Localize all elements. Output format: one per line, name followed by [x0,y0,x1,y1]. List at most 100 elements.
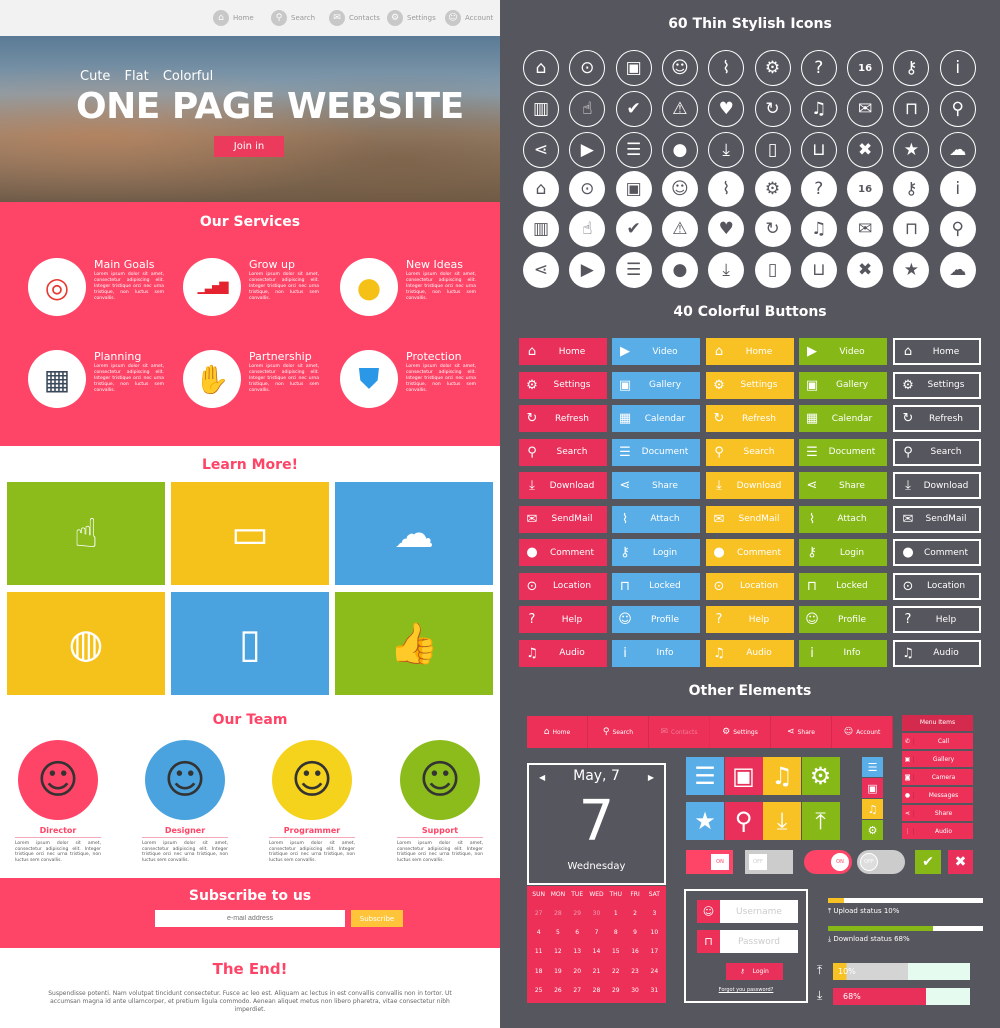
search-tile-icon[interactable]: ⚲ [724,802,763,840]
calendar-date[interactable]: 7 [587,929,606,940]
download-icon[interactable]: ⤓ [708,252,745,288]
audio-button[interactable]: ♫ Audio [893,639,981,667]
calendar-date[interactable]: 14 [587,948,606,959]
calendar-date-prev[interactable]: 27 [529,910,548,921]
nav-item-search[interactable]: ⚲ Search [271,10,315,26]
search-button[interactable]: ⚲ Search [893,438,981,466]
download-button[interactable]: ⤓ Download [519,472,607,499]
lock-icon[interactable]: ⊓ [893,91,930,127]
forgot-password-link[interactable]: Forgot you password? [686,987,806,993]
menu-item-share[interactable]: ⋖ Share [902,805,973,821]
gear-tile-icon[interactable]: ⚙ [801,757,840,795]
warning-icon[interactable]: ⚠ [661,211,698,247]
calendar-date[interactable]: 30 [625,987,644,998]
download-button[interactable]: ⤓ Download [893,472,981,499]
video-icon[interactable]: ▶ [569,252,606,288]
square-toggle-on[interactable]: ON [686,850,733,874]
calendar-date[interactable]: 23 [625,968,644,979]
chat-icon[interactable]: ● [661,132,698,168]
help-button[interactable]: ? Help [519,606,607,633]
nav-item-settings[interactable]: ⚙ Settings [387,10,436,26]
calendar-date[interactable]: 19 [548,968,567,979]
calendar-date[interactable]: 29 [606,987,625,998]
close-icon[interactable]: ✖ [847,252,884,288]
info-icon[interactable]: i [939,50,976,86]
music-tile-icon[interactable]: ♫ [763,757,801,795]
document-button[interactable]: ☰ Document [799,438,887,466]
calendar-date[interactable]: 4 [529,929,548,940]
attach-button[interactable]: ⌇ Attach [799,505,887,533]
calendar-date[interactable]: 12 [548,948,567,959]
help-button[interactable]: ? Help [706,606,794,633]
share-button[interactable]: ⋖ Share [612,472,700,499]
navbar-item-settings[interactable]: ⚙ Settings [710,716,771,748]
gallery-icon[interactable]: ▣ [615,171,652,207]
music-small-tile-icon[interactable]: ♫ [862,799,883,819]
settings-button[interactable]: ⚙ Settings [706,371,794,399]
phone-icon[interactable]: ▯ [754,132,791,168]
menu-item-call[interactable]: ✆ Call [902,733,973,749]
comment-button[interactable]: ● Comment [706,539,794,566]
calendar-date-prev[interactable]: 29 [568,910,587,921]
comment-button[interactable]: ● Comment [519,539,607,566]
calendar-date[interactable]: 6 [568,929,587,940]
upload-slider[interactable] [828,898,983,903]
video-button[interactable]: ▶ Video [799,338,887,365]
calendar-button[interactable]: ▦ Calendar [799,405,887,432]
calendar-date[interactable]: 1 [606,910,625,921]
nav-item-contacts[interactable]: ✉ Contacts [329,10,380,26]
paperclip-icon[interactable]: ⌇ [708,171,745,207]
key-icon[interactable]: ⚷ [893,50,930,86]
heart-icon[interactable]: ♥ [708,211,745,247]
calendar-date[interactable]: 11 [529,948,548,959]
calendar-date[interactable]: 16 [625,948,644,959]
document-button[interactable]: ☰ Document [612,438,700,466]
mail-icon[interactable]: ✉ [847,211,884,247]
attach-button[interactable]: ⌇ Attach [612,505,700,533]
menu-item-gallery[interactable]: ▣ Gallery [902,751,973,767]
audio-button[interactable]: ♫ Audio [706,639,794,667]
trash-icon[interactable]: ▥ [523,211,559,247]
phone-icon[interactable]: ▯ [754,252,791,288]
calendar-date[interactable]: 17 [645,948,664,959]
info-button[interactable]: i Info [612,639,700,667]
trash-icon[interactable]: ▥ [523,91,559,127]
calendar-icon[interactable]: 16 [847,50,884,86]
calendar-date[interactable]: 10 [645,929,664,940]
info-button[interactable]: i Info [799,639,887,667]
music-icon[interactable]: ♫ [800,91,837,127]
sendmail-button[interactable]: ✉ SendMail [519,505,607,533]
star-icon[interactable]: ★ [893,252,930,288]
locked-button[interactable]: ⊓ Locked [612,572,700,600]
calendar-date[interactable]: 26 [548,987,567,998]
question-icon[interactable]: ? [800,50,837,86]
profile-button[interactable]: ☺ Profile [799,606,887,633]
document-tile-icon[interactable]: ☰ [686,757,724,795]
calendar-button[interactable]: ▦ Calendar [612,405,700,432]
question-icon[interactable]: ? [800,171,837,207]
sendmail-button[interactable]: ✉ SendMail [706,505,794,533]
calendar-date[interactable]: 3 [645,910,664,921]
home-button[interactable]: ⌂ Home [706,338,794,365]
lock-icon[interactable]: ⊓ [893,211,930,247]
cloud-network-icon[interactable]: ☁ [335,482,493,585]
round-toggle-off[interactable]: OFF [857,850,905,874]
chat-icon[interactable]: ● [661,252,698,288]
subscribe-button[interactable]: Subscribe [351,910,403,927]
video-icon[interactable]: ▶ [569,132,606,168]
check-icon[interactable]: ✔ [615,91,652,127]
star-tile-icon[interactable]: ★ [686,802,724,840]
hand-pointer-icon[interactable]: ☝ [569,91,606,127]
thumbs-up-smartwatch-icon[interactable]: 👍 [335,592,493,695]
gear-small-tile-icon[interactable]: ⚙ [862,820,883,840]
settings-button[interactable]: ⚙ Settings [519,371,607,399]
gallery-icon[interactable]: ▣ [615,50,652,86]
calendar-date[interactable]: 25 [529,987,548,998]
round-toggle-on[interactable]: ON [804,850,852,874]
calendar-date[interactable]: 13 [568,948,587,959]
settings-button[interactable]: ⚙ Settings [893,371,981,399]
nav-item-account[interactable]: ☺ Account [445,10,493,26]
devices-icon[interactable]: ▭ [171,482,329,585]
hand-pointer-icon[interactable]: ☝ [569,211,606,247]
gallery-small-tile-icon[interactable]: ▣ [862,778,883,798]
